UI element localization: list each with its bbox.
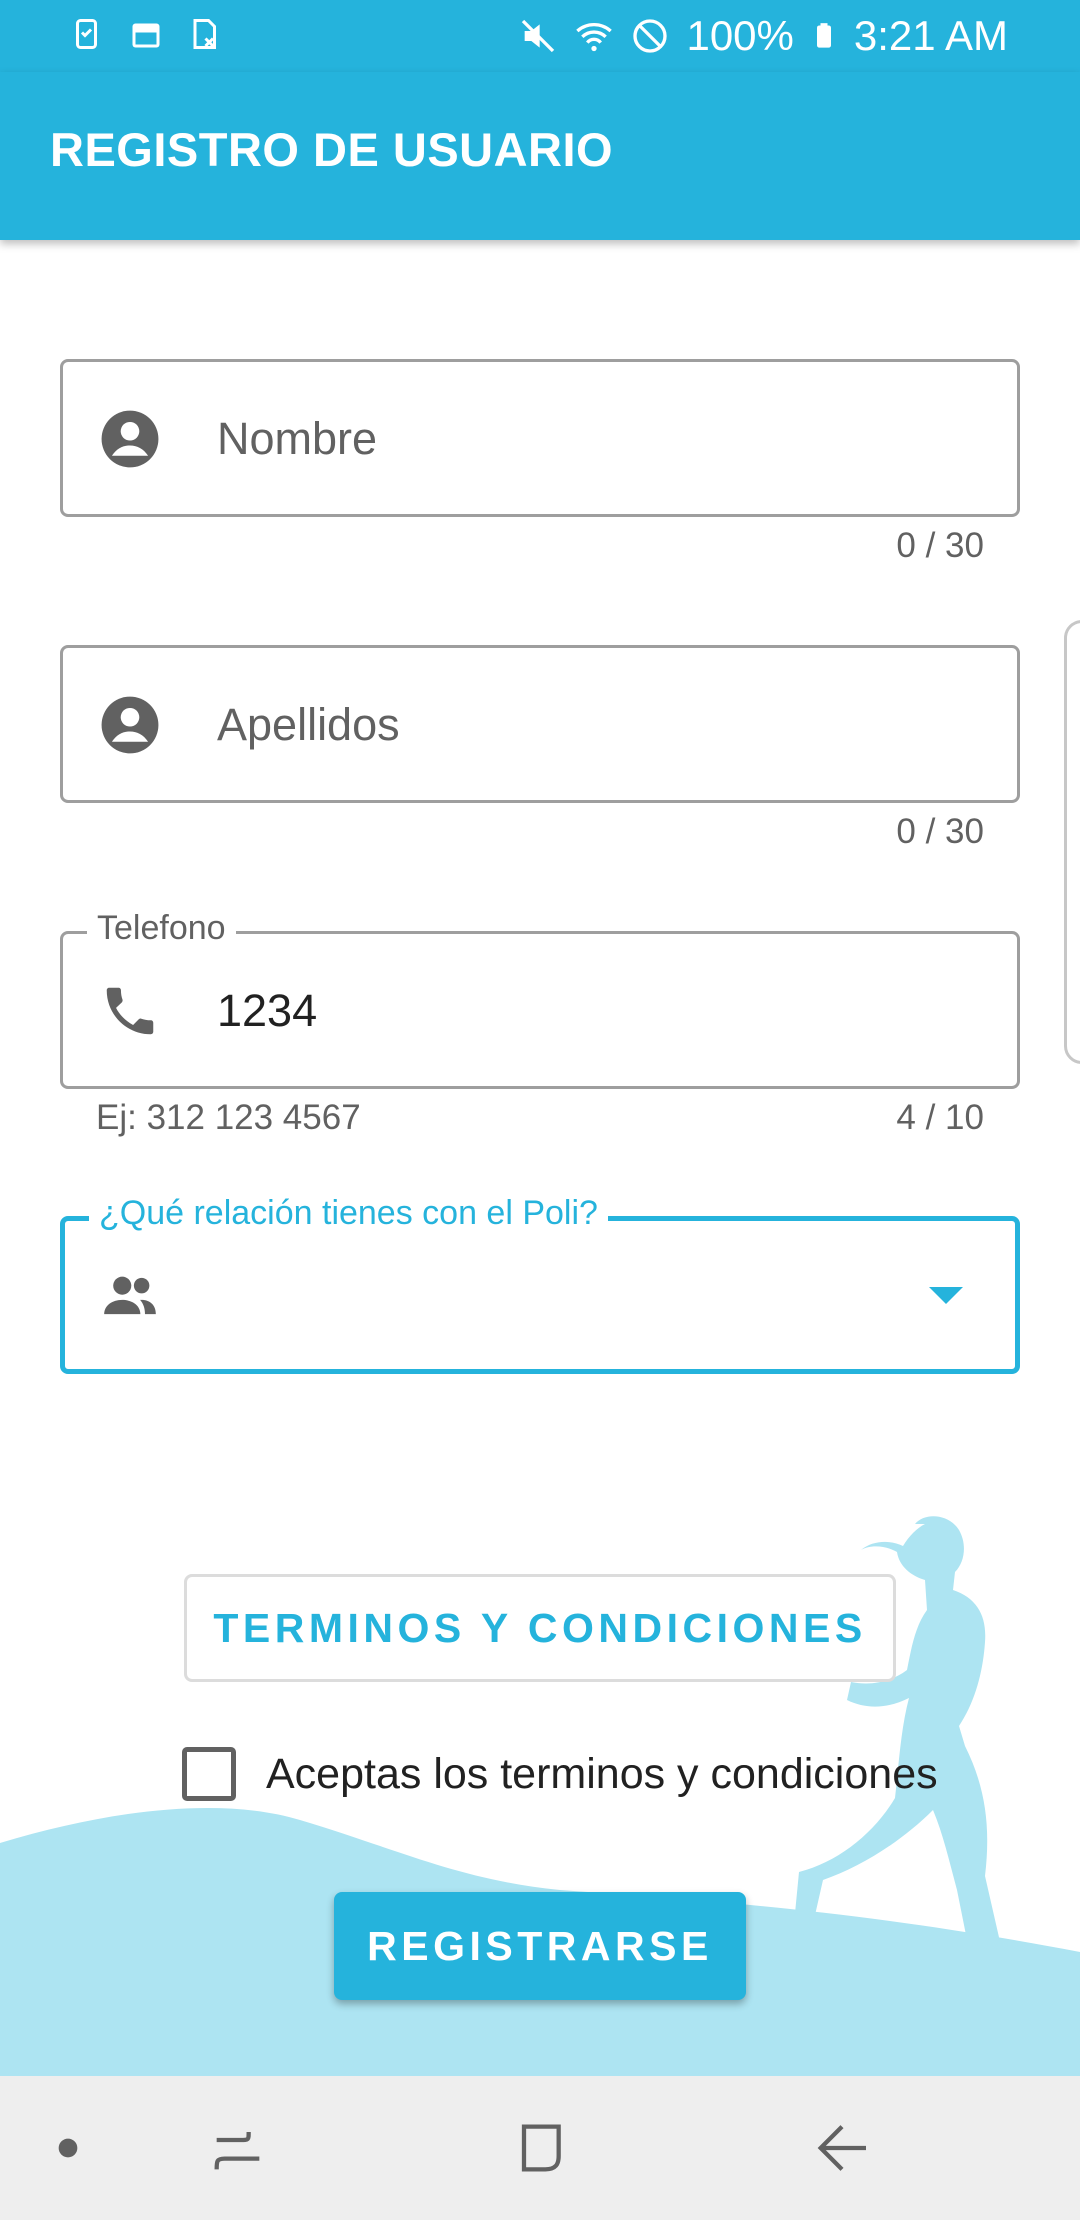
telefono-field[interactable]: Telefono 1234: [60, 909, 1020, 1089]
people-icon: [104, 1276, 156, 1315]
page-title: REGISTRO DE USUARIO: [50, 123, 614, 176]
apellidos-placeholder: Apellidos: [217, 699, 400, 750]
registration-screen: 100% 3:21 AM REGISTRO DE USUARIO Nombre …: [0, 0, 1080, 2220]
relacion-label: ¿Qué relación tienes con el Poli?: [89, 1194, 608, 1233]
nombre-field[interactable]: Nombre: [60, 359, 1020, 517]
nombre-placeholder: Nombre: [217, 413, 378, 464]
back-icon[interactable]: [810, 2116, 874, 2180]
relacion-dropdown[interactable]: ¿Qué relación tienes con el Poli?: [60, 1194, 1020, 1374]
app-bar: REGISTRO DE USUARIO: [0, 72, 1080, 240]
register-button[interactable]: REGISTRARSE: [334, 1892, 746, 2000]
nombre-counter: 0 / 30: [896, 526, 984, 565]
account-circle-icon: [101, 696, 159, 754]
clipboard-check-icon: [76, 19, 97, 49]
account-circle-icon: [101, 410, 159, 468]
clock: 3:21 AM: [853, 12, 1008, 59]
home-icon[interactable]: [508, 2116, 572, 2180]
wifi-icon: [576, 23, 613, 52]
accept-terms-row[interactable]: Aceptas los terminos y condiciones: [182, 1744, 938, 1804]
navigation-bar: [0, 2076, 1080, 2220]
apellidos-counter: 0 / 30: [896, 812, 984, 851]
recents-icon[interactable]: [206, 2116, 270, 2180]
phone-icon: [106, 987, 154, 1035]
sim-card-icon: [193, 19, 216, 49]
edge-panel-handle[interactable]: [1064, 620, 1080, 1064]
telefono-counter: 4 / 10: [896, 1098, 984, 1137]
dot-icon[interactable]: [36, 2116, 100, 2180]
telefono-helper: Ej: 312 123 4567: [96, 1098, 361, 1137]
telefono-value: 1234: [217, 985, 318, 1036]
status-bar: 100% 3:21 AM: [0, 0, 1080, 72]
accept-terms-label: Aceptas los terminos y condiciones: [266, 1749, 938, 1798]
telefono-label: Telefono: [87, 909, 236, 948]
chevron-down-icon[interactable]: [929, 1287, 963, 1304]
mute-icon: [522, 19, 555, 53]
battery-icon: [816, 23, 831, 48]
battery-percentage: 100%: [686, 12, 794, 59]
terms-button[interactable]: TERMINOS Y CONDICIONES: [184, 1574, 896, 1682]
block-icon: [633, 19, 668, 53]
apellidos-field[interactable]: Apellidos: [60, 645, 1020, 803]
calendar-icon: [132, 23, 160, 48]
accept-terms-checkbox[interactable]: [182, 1747, 236, 1801]
